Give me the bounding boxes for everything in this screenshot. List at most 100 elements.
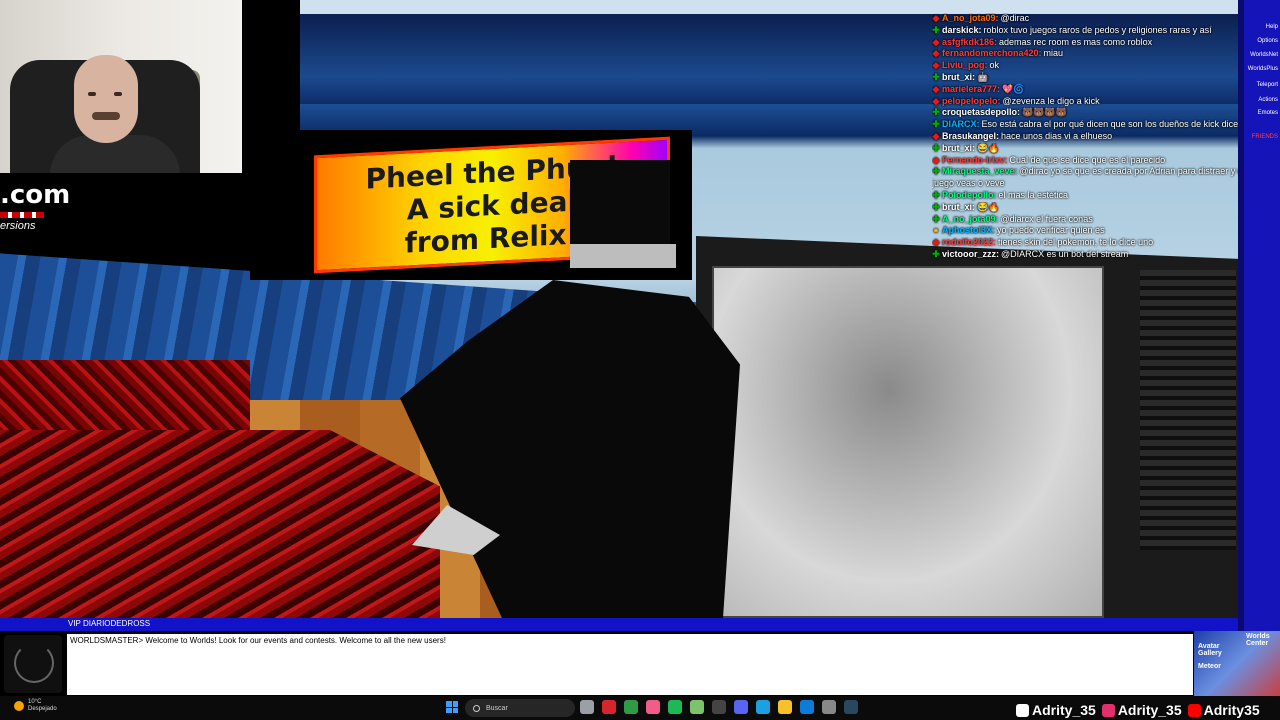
menu-item-help[interactable]: Help <box>1246 24 1280 30</box>
chat-message: ✚ darskick: roblox tuvo juegos raros de pe… <box>932 25 1272 37</box>
steam-icon[interactable] <box>844 700 858 714</box>
chat-text: miau <box>1043 48 1064 59</box>
chat-username[interactable]: fernandomerchona420: <box>942 48 1042 58</box>
chat-username[interactable]: pelopelopelo: <box>942 96 1001 106</box>
vip-badge-icon: ◆ <box>932 13 940 23</box>
menu-item-friends[interactable]: FRIENDS <box>1246 134 1280 140</box>
taskbar-search[interactable]: Buscar <box>465 699 575 717</box>
chat-username[interactable]: Fernando-Irlxv: <box>942 155 1008 165</box>
menu-item-emotes[interactable]: Emotes <box>1246 110 1280 116</box>
chat-text: yo puedo verificar quien es <box>997 225 1105 236</box>
chat-text: Cual de que se dice que es el parecido <box>1009 154 1166 165</box>
menu-item-options[interactable]: Options <box>1246 38 1280 44</box>
menu-item-actions[interactable]: Actions <box>1246 97 1280 103</box>
world-center-button[interactable]: Worlds Center Avatar Gallery Meteor <box>1194 631 1280 696</box>
chat-username[interactable]: darskick: <box>942 25 982 35</box>
menu-item-worldsplus[interactable]: WorldsPlus <box>1246 66 1280 72</box>
notepad-icon[interactable] <box>646 700 660 714</box>
vip-badge-icon: ◆ <box>932 83 940 94</box>
game-chat-log[interactable]: WORLDSMASTER> Welcome to Worlds! Look fo… <box>67 634 1193 695</box>
chat-header-label: VIP DIARIODEDROSS <box>68 619 151 628</box>
red-sofa-seat <box>0 430 440 618</box>
mod-badge-icon: ✚ <box>932 107 940 118</box>
chat-username[interactable]: victooor_zzz: <box>942 249 999 259</box>
tv-screen <box>712 266 1104 618</box>
side-menu-strip <box>1238 0 1244 636</box>
discord-icon[interactable] <box>734 700 748 714</box>
mod-badge-icon: ✚ <box>932 142 940 153</box>
mod-badge-icon: ✚ <box>932 201 940 212</box>
terminal-icon[interactable] <box>712 700 726 714</box>
chat-username[interactable]: A_no_jota09: <box>942 214 999 224</box>
chat-username[interactable]: marielera777: <box>942 84 1000 94</box>
instagram-icon <box>1101 704 1115 717</box>
chat-username[interactable]: brut_xi: <box>942 202 975 212</box>
chat-message: ✚ A_no_jota09: @diarcx el fuera conas <box>932 214 1272 226</box>
vip-badge-icon: ◆ <box>932 154 940 165</box>
moustache <box>92 112 120 120</box>
chat-text: @diarcx el fuera conas <box>1000 213 1093 224</box>
chat-text: el mas la estética <box>998 189 1069 200</box>
youtube-handle: Adrity35 <box>1187 702 1260 718</box>
windows-start-icon[interactable] <box>446 701 458 713</box>
game-side-menu: Help Options WorldsNet WorldsPlus Telepo… <box>1238 0 1280 636</box>
chat-username[interactable]: DIARCX: <box>942 119 980 129</box>
chat-username[interactable]: Aphostol3X: <box>942 225 995 235</box>
vip-badge-icon: ◆ <box>932 60 940 71</box>
eye <box>88 92 96 96</box>
chat-message: ◆ Liviu_pog: ok <box>932 60 1272 72</box>
chat-username[interactable]: Miraquesta_veve: <box>942 166 1018 176</box>
chat-text: 🐻🐻🐻🐻 <box>1022 107 1067 118</box>
mod-badge-icon: ✚ <box>932 24 940 35</box>
menu-item-worldsnet[interactable]: WorldsNet <box>1246 52 1280 58</box>
chat-text: 💖🌀 <box>1002 83 1025 94</box>
chat-message: ✚ DIARCX: Eso está cabra el por qué dicen … <box>932 119 1272 131</box>
chat-message: ✚ croquetasdepollo: 🐻🐻🐻🐻 <box>932 107 1272 119</box>
game-chat-header: VIP DIARIODEDROSS <box>0 618 1238 631</box>
youtube-icon <box>1187 704 1201 717</box>
avatar-gallery-label: Avatar Gallery <box>1198 643 1222 657</box>
chat-text: @dirac <box>1000 13 1030 23</box>
chat-username[interactable]: croquetasdepollo: <box>942 107 1020 117</box>
social-handle-text: Adrity_35 <box>1117 702 1182 718</box>
chat-text: Eso está cabra el por qué dicen que son … <box>981 119 1265 130</box>
weather-widget[interactable]: 10°C Despejado <box>14 699 57 713</box>
chat-message: ✚ brut_xi: 🤖 <box>932 72 1272 84</box>
chat-username[interactable]: rodolfo2022: <box>942 237 996 247</box>
chat-username[interactable]: Brasukangel: <box>942 131 999 141</box>
search-placeholder: Buscar <box>486 704 508 712</box>
streamer-face <box>74 55 138 143</box>
chat-username[interactable]: Liviu_pog: <box>942 60 988 70</box>
chat-text: @DIARCX es un bot del stream <box>1001 248 1129 259</box>
chat-text: 😂🔥 <box>977 201 1000 212</box>
chat-username[interactable]: brut_xi: <box>942 72 975 82</box>
avatar-hat-brim <box>570 244 676 268</box>
chat-text: roblox tuvo juegos raros de pedos y reli… <box>983 24 1212 35</box>
chat-text: 🤖 <box>977 71 989 82</box>
instagram-handle: Adrity_35 <box>1101 702 1182 718</box>
chat-username[interactable]: A_no_jota09: <box>942 13 999 23</box>
spotify-like-icon[interactable] <box>668 700 682 714</box>
files-icon[interactable] <box>778 700 792 714</box>
settings-icon[interactable] <box>822 700 836 714</box>
chat-text: @zevenza le digo a kick <box>1002 95 1100 106</box>
opera-icon[interactable] <box>602 700 616 714</box>
chat-message: ✚ brut_xi: 😂🔥 <box>932 143 1272 155</box>
chat-text: 😂🔥 <box>977 142 1000 153</box>
chrome-icon[interactable] <box>624 700 638 714</box>
mod-badge-icon: ✚ <box>932 248 940 259</box>
chat-text: ademas rec room es mas como roblox <box>999 36 1153 47</box>
social-handle-text: Adrity35 <box>1203 702 1260 718</box>
vip-badge-icon: ◆ <box>932 48 940 59</box>
chat-username[interactable]: Polodepollo: <box>942 190 997 200</box>
chat-message: ◆ marielera777: 💖🌀 <box>932 84 1272 96</box>
chat-message: ◆ Fernando-Irlxv: Cual de que se dice que … <box>932 155 1272 167</box>
edge-icon[interactable] <box>756 700 770 714</box>
chat-username[interactable]: asfgfkdk186: <box>942 37 997 47</box>
chat-username[interactable]: brut_xi: <box>942 143 975 153</box>
edge2-icon[interactable] <box>800 700 814 714</box>
tool-icon[interactable] <box>690 700 704 714</box>
task-view-icon[interactable] <box>580 700 594 714</box>
menu-item-teleport[interactable]: Teleport <box>1246 82 1280 88</box>
vip-badge-icon: ◆ <box>932 130 940 141</box>
